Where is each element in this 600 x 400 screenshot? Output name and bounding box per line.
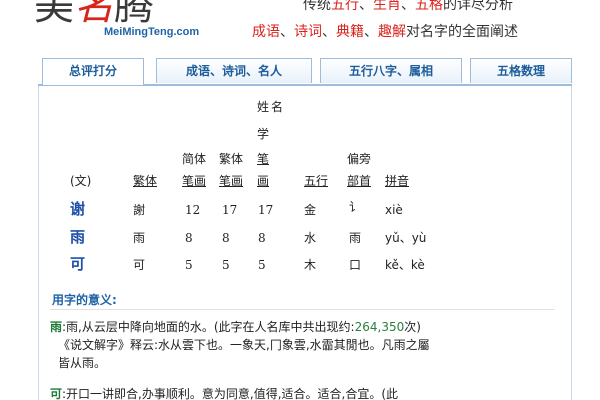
- header-fanti: 繁体: [133, 174, 158, 188]
- row-2-jianti: 8: [185, 231, 193, 245]
- row-2-xingming: 8: [258, 231, 266, 245]
- header-fanti-strokes-1: 繁体: [219, 152, 244, 166]
- tab-wuge[interactable]: 五格数理: [470, 58, 572, 83]
- slogan-line-2: 成语、诗词、典籍、趣解对名字的全面阐述: [252, 24, 518, 40]
- row-2-pinyin: yǔ、yù: [385, 231, 427, 245]
- row-1-xingming: 17: [258, 203, 274, 217]
- row-2-fanti-strokes: 8: [222, 231, 230, 245]
- header-jianti-2: 笔画: [182, 174, 207, 188]
- row-3-wuxing: 木: [304, 258, 317, 272]
- meaning-para-1-line-2: 《说文解字》释云:水从雲下也。一象天,冂象雲,水霝其閒也。凡雨之屬: [58, 338, 430, 352]
- header-xingming-5: 画: [256, 174, 269, 188]
- slogan-line-1: 传统五行、生肖、五格的详尽分析: [303, 0, 513, 13]
- header-xingming-3: 学: [256, 127, 269, 141]
- usage-count: 264,350: [354, 320, 405, 334]
- row-2-char[interactable]: 雨: [70, 228, 85, 246]
- row-1-fanti-strokes: 17: [222, 203, 238, 217]
- header-bushou-1: 偏旁: [347, 152, 372, 166]
- site-logo[interactable]: 美名腾: [34, 0, 154, 26]
- header-wuxing: 五行: [304, 174, 329, 188]
- row-3-fanti-strokes: 5: [222, 258, 230, 272]
- site-domain[interactable]: MeiMingTeng.com: [104, 26, 199, 38]
- row-1-wuxing: 金: [304, 203, 317, 217]
- row-3-pinyin: kě、kè: [385, 258, 425, 272]
- row-3-fanti: 可: [133, 258, 146, 272]
- header-xingming-1: 姓: [256, 100, 269, 114]
- row-3-jianti: 5: [185, 258, 193, 272]
- meaning-para-1-line-3: 皆从雨。: [58, 356, 107, 370]
- row-3-xingming: 5: [258, 258, 266, 272]
- header-pinyin: 拼音: [385, 174, 410, 188]
- logo-char-2: 名: [74, 0, 114, 29]
- row-3-bushou: 口: [349, 258, 362, 272]
- row-1-jianti: 12: [185, 203, 201, 217]
- tab-idioms-poems-celebs[interactable]: 成语、诗词、名人: [156, 58, 312, 83]
- meaning-char-ke: 可: [50, 387, 63, 400]
- header-xingming-2: 名: [270, 100, 283, 114]
- row-1-fanti: 謝: [133, 203, 146, 217]
- tab-overall-score[interactable]: 总评打分: [42, 58, 144, 85]
- header-wen: (文): [70, 174, 92, 188]
- row-2-bushou: 雨: [349, 231, 362, 245]
- meaning-char-yu: 雨: [50, 320, 63, 334]
- header-jianti-1: 简体: [182, 152, 207, 166]
- page: 美名腾 MeiMingTeng.com 传统五行、生肖、五格的详尽分析 成语、诗…: [0, 0, 600, 400]
- row-1-bushou: 讠: [349, 200, 362, 214]
- section-divider: [50, 309, 555, 310]
- row-2-wuxing: 水: [304, 231, 317, 245]
- tab-wuxing-bazi[interactable]: 五行八字、属相: [320, 58, 462, 83]
- meaning-section-title: 用字的意义:: [52, 293, 117, 307]
- site-header: 美名腾 MeiMingTeng.com 传统五行、生肖、五格的详尽分析 成语、诗…: [0, 0, 600, 50]
- header-xingming-4: 笔: [256, 152, 269, 166]
- row-1-pinyin: xiè: [385, 203, 403, 217]
- header-bushou-2: 部首: [347, 174, 372, 188]
- meaning-para-1-line-1: 雨:雨,从云层中降向地面的水。(此字在人名库中共出现约:264,350次): [50, 320, 421, 334]
- tab-bar: 总评打分 成语、诗词、名人 五行八字、属相 五格数理: [38, 54, 572, 86]
- logo-char-1: 美: [34, 0, 74, 29]
- meaning-para-2-line-1: 可:开口一讲即合,办事顺利。意为同意,值得,适合。适合,合宜。(此: [50, 387, 399, 400]
- row-1-char[interactable]: 谢: [70, 200, 85, 218]
- logo-char-3: 腾: [114, 0, 154, 29]
- row-2-fanti: 雨: [133, 231, 146, 245]
- header-fanti-strokes-2: 笔画: [219, 174, 244, 188]
- row-3-char[interactable]: 可: [70, 255, 85, 273]
